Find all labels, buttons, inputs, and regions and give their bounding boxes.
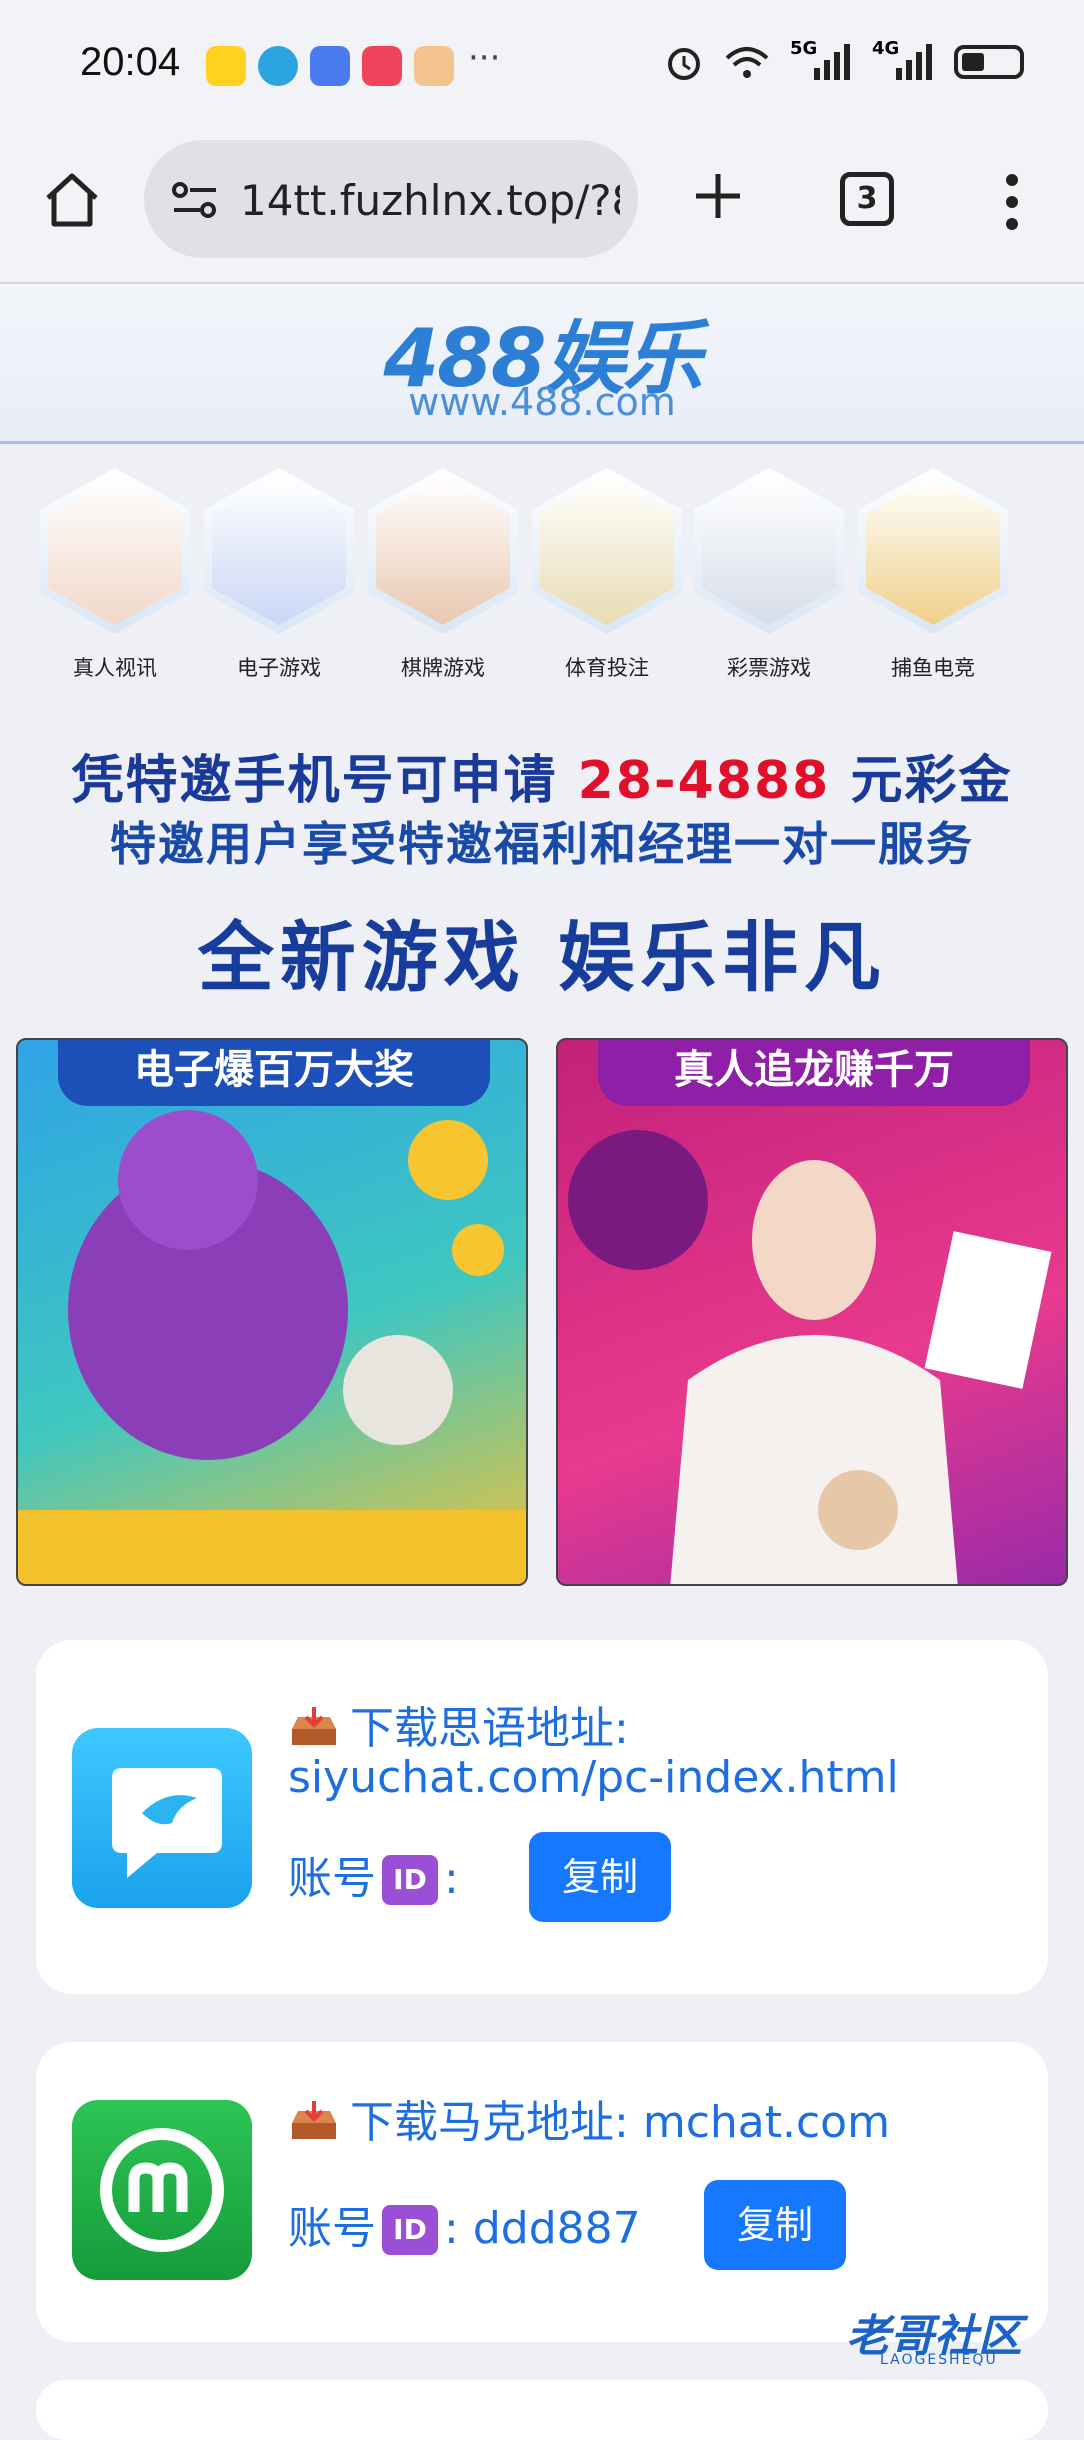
alarm-icon xyxy=(668,48,700,80)
banner-live[interactable]: 真人追龙赚千万 xyxy=(556,1038,1068,1586)
siyu-copy-button[interactable]: 复制 xyxy=(529,1832,671,1922)
battery-icon xyxy=(954,45,1024,79)
status-time: 20:04 xyxy=(80,40,181,84)
download-card-partial xyxy=(36,2380,1048,2440)
siyu-download-url[interactable]: siyuchat.com/pc-index.html xyxy=(288,1752,899,1803)
siyu-account: 账号 ID: xyxy=(288,1853,459,1905)
signal-5g-icon: 5G xyxy=(790,38,854,82)
tab-switcher-button[interactable]: 3 xyxy=(840,172,894,226)
video-app-icon xyxy=(362,46,402,86)
inbox-tray-icon xyxy=(292,1707,336,1745)
more-menu-icon[interactable] xyxy=(1000,172,1024,232)
siyu-app-icon xyxy=(72,1728,252,1908)
slots-banner-art xyxy=(18,1110,526,1584)
banner-slots-title: 电子爆百万大奖 xyxy=(58,1040,490,1106)
category-lottery[interactable]: 彩票游戏 xyxy=(694,468,844,682)
slot-wizard-icon xyxy=(212,477,346,625)
id-badge-icon: ID xyxy=(382,2205,438,2255)
site-header: 488娱乐 www.488.com xyxy=(0,284,1084,444)
playing-cards-icon xyxy=(376,477,510,625)
status-bar: 20:04 ··· 5G 4G xyxy=(0,0,1084,134)
category-sports[interactable]: 体育投注 xyxy=(532,468,682,682)
signal-4g-icon: 4G xyxy=(872,38,936,82)
inbox-tray-icon xyxy=(292,2101,336,2139)
web-page: 488娱乐 www.488.com 真人视讯 电子游戏 棋牌游戏 体育投注 彩票… xyxy=(0,284,1084,2440)
mchat-download-url[interactable]: mchat.com xyxy=(643,2097,890,2148)
category-live[interactable]: 真人视讯 xyxy=(40,468,190,682)
lottery-icon xyxy=(702,477,836,625)
promo-headline: 凭特邀手机号可申请 28-4888 元彩金 xyxy=(71,751,1013,811)
live-banner-art xyxy=(568,1130,1052,1584)
id-badge-icon: ID xyxy=(382,1855,438,1905)
mchat-copy-button[interactable]: 复制 xyxy=(704,2180,846,2270)
download-card-siyu: 下载思语地址: siyuchat.com/pc-index.html 账号 ID:… xyxy=(36,1640,1048,1994)
system-icons: 5G 4G xyxy=(664,38,1024,82)
more-notifications-icon: ··· xyxy=(468,38,501,78)
live-dealer-icon xyxy=(48,477,182,625)
category-fishing[interactable]: 捕鱼电竞 xyxy=(858,468,1008,682)
promo-slogan: 全新游戏 娱乐非凡 xyxy=(197,913,887,1002)
fish-game-icon xyxy=(866,477,1000,625)
category-nav: 真人视讯 电子游戏 棋牌游戏 体育投注 彩票游戏 捕鱼电竞 xyxy=(0,444,1084,720)
xianyu-app-icon xyxy=(206,46,246,86)
sports-player-icon xyxy=(540,477,674,625)
category-cards[interactable]: 棋牌游戏 xyxy=(368,468,518,682)
browser-toolbar: 14tt.fuzhlnx.top/?8 3 xyxy=(0,134,1084,284)
promo-subline: 特邀用户享受特邀福利和经理一对一服务 xyxy=(110,817,974,871)
wifi-icon xyxy=(725,47,769,78)
watermark-sub: LAOGESHEQU xyxy=(880,2352,998,2368)
mchat-account: 账号 ID: ddd887 xyxy=(288,2203,641,2255)
home-icon[interactable] xyxy=(40,168,104,232)
mchat-download-label: 下载马克地址: mchat.com xyxy=(288,2086,890,2150)
site-logo-url: www.488.com xyxy=(408,380,676,424)
messages-icon xyxy=(310,46,350,86)
banner-slots[interactable]: 电子爆百万大奖 xyxy=(16,1038,528,1586)
site-settings-icon[interactable] xyxy=(170,178,220,222)
telegram-icon xyxy=(258,46,298,86)
banner-live-title: 真人追龙赚千万 xyxy=(598,1040,1030,1106)
new-tab-icon[interactable] xyxy=(690,168,746,224)
download-card-mchat: 下载马克地址: mchat.com 账号 ID: ddd887 复制 xyxy=(36,2042,1048,2342)
siyu-download-label: 下载思语地址: xyxy=(288,1692,629,1756)
mchat-app-icon xyxy=(72,2100,252,2280)
category-slots[interactable]: 电子游戏 xyxy=(204,468,354,682)
address-bar[interactable]: 14tt.fuzhlnx.top/?8 xyxy=(144,140,638,258)
url-text[interactable]: 14tt.fuzhlnx.top/?8 xyxy=(240,176,620,225)
mascot-app-icon xyxy=(414,46,454,86)
